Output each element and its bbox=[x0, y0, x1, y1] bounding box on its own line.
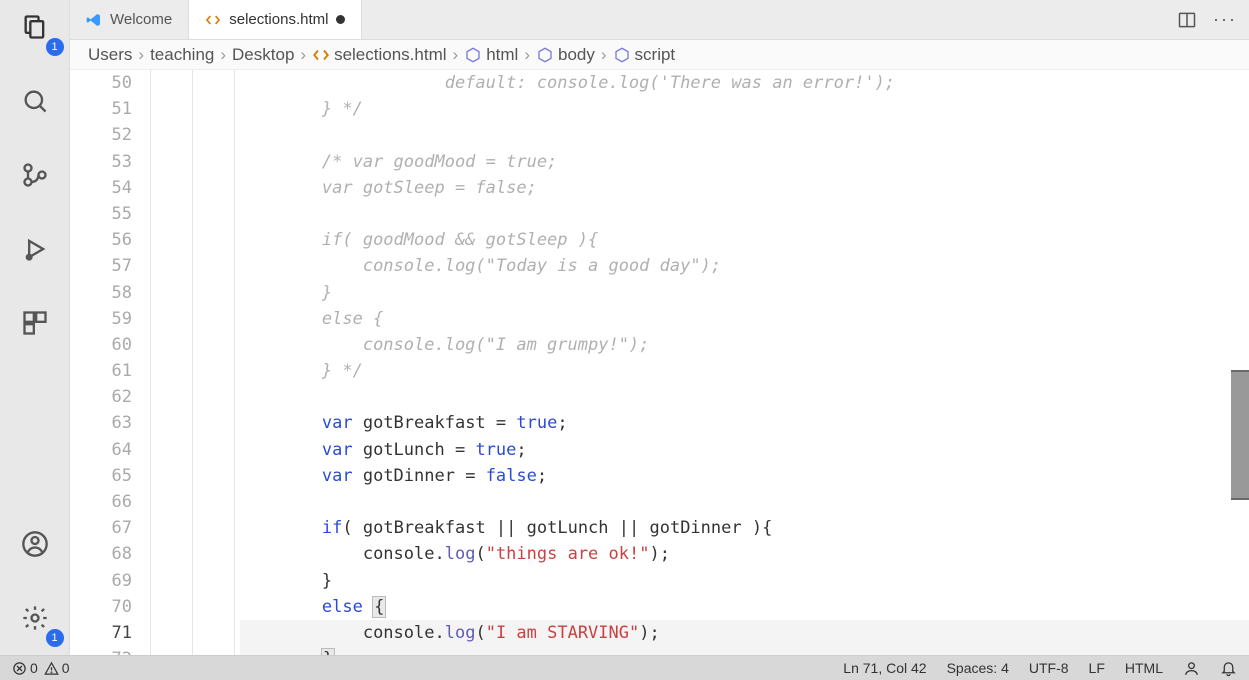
symbol-icon bbox=[536, 46, 554, 64]
settings-badge: 1 bbox=[46, 629, 64, 647]
more-actions-icon[interactable]: ··· bbox=[1213, 9, 1237, 30]
crumb-body[interactable]: body bbox=[558, 45, 595, 65]
chevron-right-icon: › bbox=[138, 45, 144, 65]
tab-welcome[interactable]: Welcome bbox=[70, 0, 189, 39]
extensions-icon[interactable] bbox=[10, 298, 60, 348]
editor-tab-bar: Welcome selections.html ··· bbox=[70, 0, 1249, 40]
feedback-icon[interactable] bbox=[1183, 660, 1200, 677]
minimap[interactable] bbox=[1231, 70, 1249, 655]
accounts-icon[interactable] bbox=[10, 519, 60, 569]
breadcrumb[interactable]: Users › teaching › Desktop › selections.… bbox=[70, 40, 1249, 70]
error-icon[interactable]: 0 bbox=[12, 660, 38, 676]
error-count: 0 bbox=[30, 660, 38, 676]
explorer-icon[interactable]: 1 bbox=[10, 2, 60, 52]
warning-count: 0 bbox=[62, 660, 70, 676]
run-debug-icon[interactable] bbox=[10, 224, 60, 274]
tab-selections[interactable]: selections.html bbox=[189, 0, 362, 39]
split-editor-icon[interactable] bbox=[1177, 10, 1197, 30]
activity-bar: 1 1 bbox=[0, 0, 70, 655]
cursor-position[interactable]: Ln 71, Col 42 bbox=[843, 660, 926, 676]
encoding-status[interactable]: UTF-8 bbox=[1029, 660, 1069, 676]
tab-selections-label: selections.html bbox=[229, 11, 328, 28]
crumb-users[interactable]: Users bbox=[88, 45, 132, 65]
symbol-icon bbox=[613, 46, 631, 64]
chevron-right-icon: › bbox=[220, 45, 226, 65]
symbol-icon bbox=[464, 46, 482, 64]
html-file-icon bbox=[312, 46, 330, 64]
code-content[interactable]: default: console.log('There was an error… bbox=[240, 70, 1249, 655]
warning-icon[interactable]: 0 bbox=[44, 660, 70, 676]
explorer-badge: 1 bbox=[46, 38, 64, 56]
indentation-status[interactable]: Spaces: 4 bbox=[947, 660, 1009, 676]
line-gutter: 5051525354555657585960616263646566676869… bbox=[70, 70, 150, 655]
crumb-file[interactable]: selections.html bbox=[334, 45, 446, 65]
settings-gear-icon[interactable]: 1 bbox=[10, 593, 60, 643]
dirty-indicator-icon bbox=[336, 15, 345, 24]
vscode-icon bbox=[86, 12, 102, 28]
chevron-right-icon: › bbox=[524, 45, 530, 65]
crumb-teaching[interactable]: teaching bbox=[150, 45, 214, 65]
source-control-icon[interactable] bbox=[10, 150, 60, 200]
chevron-right-icon: › bbox=[601, 45, 607, 65]
search-icon[interactable] bbox=[10, 76, 60, 126]
tab-welcome-label: Welcome bbox=[110, 11, 172, 28]
html-file-icon bbox=[205, 12, 221, 28]
language-mode[interactable]: HTML bbox=[1125, 660, 1163, 676]
crumb-desktop[interactable]: Desktop bbox=[232, 45, 294, 65]
crumb-html[interactable]: html bbox=[486, 45, 518, 65]
chevron-right-icon: › bbox=[453, 45, 459, 65]
status-bar: 0 0 Ln 71, Col 42 Spaces: 4 UTF-8 LF HTM… bbox=[0, 655, 1249, 680]
bell-icon[interactable] bbox=[1220, 660, 1237, 677]
code-editor[interactable]: 5051525354555657585960616263646566676869… bbox=[70, 70, 1249, 655]
chevron-right-icon: › bbox=[300, 45, 306, 65]
crumb-script[interactable]: script bbox=[635, 45, 676, 65]
eol-status[interactable]: LF bbox=[1089, 660, 1105, 676]
